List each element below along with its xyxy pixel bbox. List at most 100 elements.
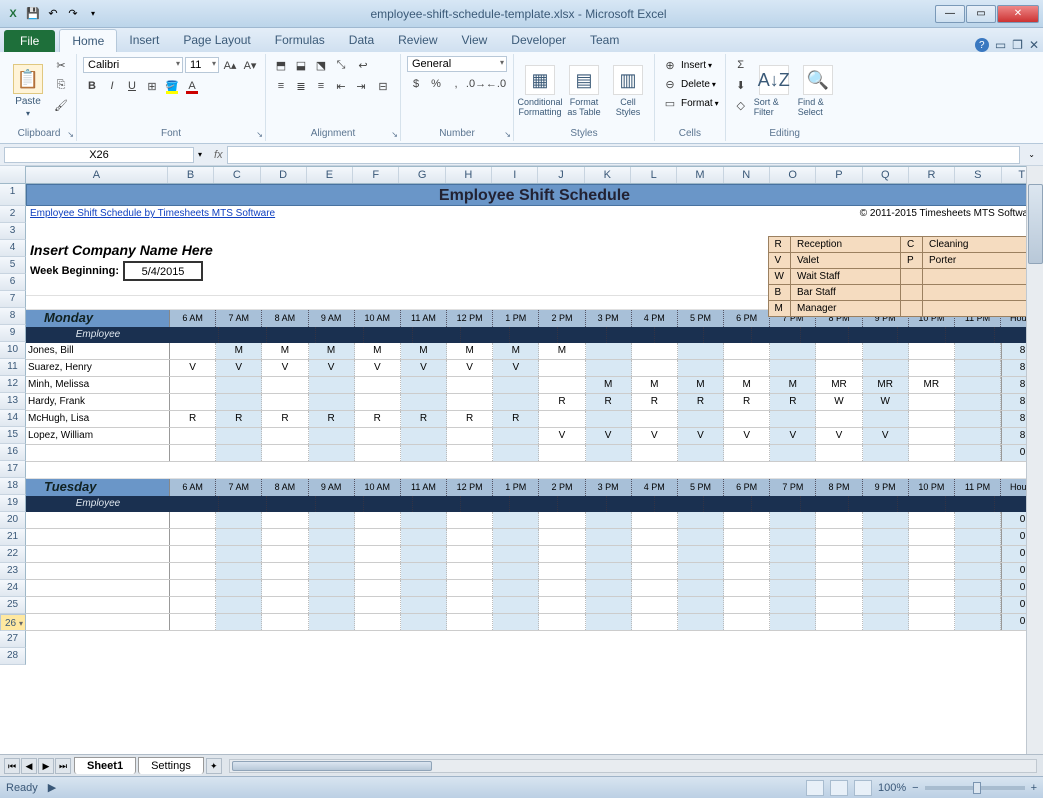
row-header[interactable]: 8 [0,308,26,325]
zoom-out-button[interactable]: − [912,782,918,794]
shift-cell[interactable] [170,614,216,630]
shift-cell[interactable] [955,394,1001,410]
shift-cell[interactable] [262,580,308,596]
shift-cell[interactable]: M [539,343,585,359]
shift-cell[interactable]: M [678,377,724,393]
column-header[interactable]: E [307,167,353,183]
shift-cell[interactable] [170,563,216,579]
shift-cell[interactable] [863,529,909,545]
shift-cell[interactable] [309,512,355,528]
decrease-decimal-button[interactable]: ←.0 [487,75,505,93]
tab-data[interactable]: Data [337,29,386,52]
row-header[interactable]: 6 [0,274,26,291]
tab-home[interactable]: Home [59,29,117,52]
zoom-level[interactable]: 100% [878,782,906,794]
shift-cell[interactable] [493,614,539,630]
shift-cell[interactable] [586,445,632,461]
shift-cell[interactable] [955,445,1001,461]
shift-cell[interactable]: V [863,428,909,444]
shift-cell[interactable] [539,360,585,376]
accounting-button[interactable]: $ [407,75,425,93]
employee-name[interactable]: Lopez, William [26,428,170,444]
shift-cell[interactable] [586,563,632,579]
shift-cell[interactable] [216,394,262,410]
underline-button[interactable]: U [123,77,141,95]
shift-cell[interactable] [216,512,262,528]
undo-icon[interactable]: ↶ [44,5,62,23]
employee-name[interactable] [26,546,170,562]
paste-button[interactable]: 📋 Paste ▾ [8,56,48,126]
row-header[interactable]: 7 [0,291,26,308]
shift-cell[interactable]: R [724,394,770,410]
new-sheet-button[interactable]: ✦ [206,758,222,774]
tab-team[interactable]: Team [578,29,631,52]
shift-cell[interactable]: V [262,360,308,376]
clipboard-launcher-icon[interactable]: ↘ [67,130,74,139]
formula-input[interactable] [227,146,1021,164]
shift-cell[interactable] [632,614,678,630]
schedule-row[interactable]: 0 [26,512,1043,529]
shift-cell[interactable] [863,614,909,630]
shift-cell[interactable] [724,512,770,528]
row-header[interactable]: 19 [0,495,26,512]
shift-cell[interactable] [262,546,308,562]
shift-cell[interactable]: R [632,394,678,410]
insert-cells-button[interactable]: ⊕Insert▾ [661,56,719,74]
name-box[interactable]: X26 [4,147,194,163]
align-left-button[interactable]: ≡ [272,77,290,95]
column-header[interactable]: K [585,167,631,183]
first-sheet-button[interactable]: ⏮ [4,758,20,774]
shift-cell[interactable] [355,580,401,596]
shift-cell[interactable] [678,614,724,630]
shift-cell[interactable] [770,563,816,579]
shift-cell[interactable] [863,360,909,376]
shift-cell[interactable] [678,563,724,579]
shift-cell[interactable] [770,580,816,596]
increase-decimal-button[interactable]: .0→ [467,75,485,93]
shift-cell[interactable]: V [678,428,724,444]
column-header[interactable]: J [538,167,584,183]
shift-cell[interactable] [816,445,862,461]
employee-name[interactable] [26,614,170,630]
zoom-in-button[interactable]: + [1031,782,1037,794]
shift-cell[interactable] [493,597,539,613]
shift-cell[interactable] [170,580,216,596]
shift-cell[interactable] [863,512,909,528]
shift-cell[interactable]: V [447,360,493,376]
close-workbook-icon[interactable]: ✕ [1029,38,1039,52]
column-header[interactable]: O [770,167,816,183]
shift-cell[interactable] [447,428,493,444]
shift-cell[interactable] [955,546,1001,562]
shift-cell[interactable] [309,580,355,596]
shift-cell[interactable] [678,445,724,461]
shift-cell[interactable]: V [724,428,770,444]
shift-cell[interactable]: M [493,343,539,359]
format-as-table-button[interactable]: ▤ Format as Table [564,56,604,126]
shift-cell[interactable] [493,529,539,545]
font-size-select[interactable]: 11 [185,57,219,73]
shift-cell[interactable] [678,597,724,613]
sheet-tab-settings[interactable]: Settings [138,757,204,774]
grid-body[interactable]: Employee Shift ScheduleEmployee Shift Sc… [26,184,1043,631]
week-date[interactable]: 5/4/2015 [123,261,203,281]
align-right-button[interactable]: ≡ [312,77,330,95]
shift-cell[interactable]: M [355,343,401,359]
shift-cell[interactable] [586,529,632,545]
font-color-button[interactable]: A [183,77,201,95]
schedule-row[interactable]: 0 [26,529,1043,546]
column-header[interactable]: I [492,167,538,183]
column-header[interactable]: L [631,167,677,183]
shift-cell[interactable] [632,360,678,376]
shift-cell[interactable] [955,580,1001,596]
shift-cell[interactable] [863,580,909,596]
shift-cell[interactable] [909,411,955,427]
shift-cell[interactable] [309,597,355,613]
shift-cell[interactable] [955,360,1001,376]
schedule-row[interactable]: McHugh, LisaRRRRRRRR8 [26,411,1043,428]
shift-cell[interactable] [632,546,678,562]
shift-cell[interactable] [401,394,447,410]
shift-cell[interactable] [863,343,909,359]
increase-font-button[interactable]: A▴ [221,56,239,74]
column-header[interactable]: H [446,167,492,183]
row-header[interactable]: 11 [0,359,26,376]
